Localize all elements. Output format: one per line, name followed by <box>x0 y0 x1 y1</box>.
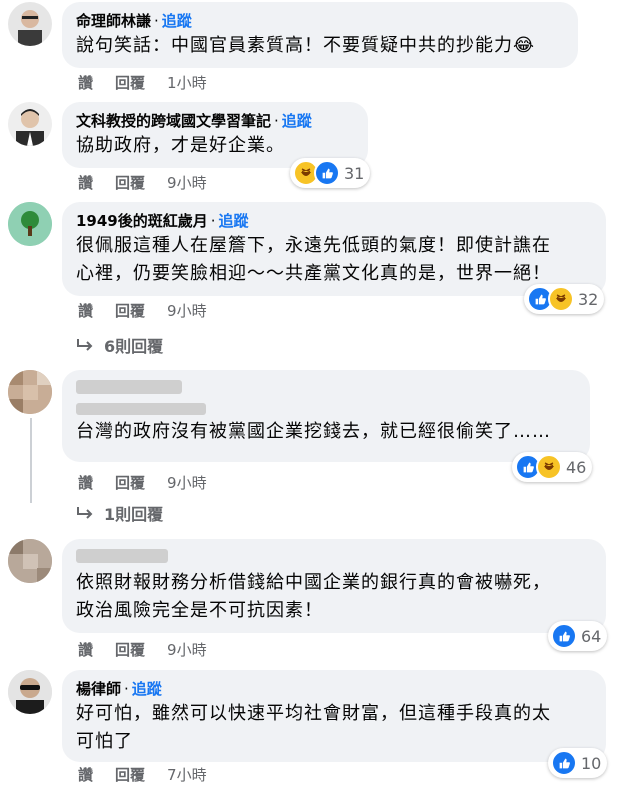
timestamp[interactable]: 1小時 <box>167 74 207 92</box>
replies-count-label[interactable]: 6則回覆 <box>104 333 163 357</box>
comment-bubble: 楊律師 · 追蹤 好可怕，雖然可以快速平均社會財富，但這種手段真的太 可怕了 <box>62 670 606 762</box>
replies-count-label[interactable]: 1則回覆 <box>104 501 163 525</box>
comment-actions: 讚 回覆 9小時 <box>78 639 229 660</box>
avatar[interactable] <box>8 539 52 583</box>
comment-bubble: 1949後的斑紅歲月 · 追蹤 很佩服這種人在屋簷下，永遠先低頭的氣度！即使計譙在 … <box>62 202 606 296</box>
like-button[interactable]: 讚 <box>78 174 93 192</box>
reaction-count: 32 <box>578 289 599 309</box>
thread-line <box>30 418 32 503</box>
avatar[interactable] <box>8 370 52 414</box>
commenter-name[interactable]: 楊律師 <box>76 680 121 698</box>
follow-button[interactable]: 追蹤 <box>219 212 249 230</box>
comment-bubble: 依照財報財務分析借錢給中國企業的銀行真的會被嚇死， 政治風險完全是不可抗因素！ <box>62 539 606 633</box>
reply-button[interactable]: 回覆 <box>115 641 145 659</box>
timestamp[interactable]: 9小時 <box>167 474 207 492</box>
comment-actions: 讚 回覆 9小時 <box>78 172 229 193</box>
follow-button[interactable]: 追蹤 <box>132 680 162 698</box>
like-button[interactable]: 讚 <box>78 766 93 784</box>
comment-text: 台灣的政府沒有被黨國企業挖錢去，就已經很偷笑了…… <box>76 421 551 442</box>
comment-actions: 讚 回覆 9小時 <box>78 300 229 321</box>
comment-actions: 讚 回覆 7小時 <box>78 764 229 785</box>
commenter-name[interactable]: 文科教授的跨域國文學習筆記 <box>76 112 271 130</box>
reaction-count: 31 <box>344 163 365 183</box>
reply-arrow-icon <box>77 507 93 519</box>
commenter-name[interactable] <box>76 378 576 400</box>
timestamp[interactable]: 7小時 <box>167 766 207 784</box>
comment-actions: 讚 回覆 9小時 <box>78 472 229 493</box>
reaction-count: 10 <box>581 753 602 773</box>
reactions-summary[interactable]: 31 <box>290 158 371 188</box>
avatar[interactable] <box>8 2 52 46</box>
follow-button[interactable]: 追蹤 <box>282 112 312 130</box>
commenter-name[interactable] <box>76 547 592 569</box>
reactions-summary[interactable]: 10 <box>548 748 608 778</box>
reply-button[interactable]: 回覆 <box>115 174 145 192</box>
timestamp[interactable]: 9小時 <box>167 302 207 320</box>
like-reaction-icon <box>314 160 340 186</box>
reply-button[interactable]: 回覆 <box>115 474 145 492</box>
follow-button[interactable]: 追蹤 <box>162 12 192 30</box>
timestamp[interactable]: 9小時 <box>167 641 207 659</box>
commenter-name[interactable]: 1949後的斑紅歲月 <box>76 212 208 230</box>
view-replies-link[interactable]: 1則回覆 <box>76 501 163 525</box>
reaction-count: 64 <box>581 626 602 646</box>
haha-reaction-icon <box>548 286 574 312</box>
avatar[interactable] <box>8 102 52 146</box>
comment-bubble: 命理師林謙 · 追蹤 說句笑話：中國官員素質高！不要質疑中共的抄能力😂 <box>62 2 578 68</box>
reply-arrow-icon <box>77 339 93 351</box>
comment-bubble: 台灣的政府沒有被黨國企業挖錢去，就已經很偷笑了…… <box>62 370 590 462</box>
like-reaction-icon <box>551 750 577 776</box>
comment-text-line: 好可怕，雖然可以快速平均社會財富，但這種手段真的太 <box>76 703 551 724</box>
comment-text: 說句笑話：中國官員素質高！不要質疑中共的抄能力 <box>76 35 513 56</box>
reply-button[interactable]: 回覆 <box>115 766 145 784</box>
timestamp[interactable]: 9小時 <box>167 174 207 192</box>
haha-reaction-icon <box>536 454 562 480</box>
like-button[interactable]: 讚 <box>78 302 93 320</box>
reactions-summary[interactable]: 64 <box>548 621 608 651</box>
like-button[interactable]: 讚 <box>78 74 93 92</box>
view-replies-link[interactable]: 6則回覆 <box>76 333 163 357</box>
reaction-count: 46 <box>566 457 587 477</box>
commenter-subtitle <box>76 400 576 418</box>
reactions-summary[interactable]: 32 <box>524 284 605 314</box>
reactions-summary[interactable]: 46 <box>512 452 593 482</box>
comment-text-line: 心裡，仍要笑臉相迎～～共產黨文化真的是，世界一絕！ <box>76 263 551 284</box>
avatar[interactable] <box>8 202 52 246</box>
comment-text-line: 可怕了 <box>76 731 133 752</box>
comment-text: 協助政府，才是好企業。 <box>76 135 285 156</box>
comment-actions: 讚 回覆 1小時 <box>78 72 229 93</box>
reply-button[interactable]: 回覆 <box>115 74 145 92</box>
commenter-name[interactable]: 命理師林謙 <box>76 12 151 30</box>
like-button[interactable]: 讚 <box>78 641 93 659</box>
comment-text-line: 依照財報財務分析借錢給中國企業的銀行真的會被嚇死， <box>76 572 551 593</box>
reply-button[interactable]: 回覆 <box>115 302 145 320</box>
laughing-emoji-icon: 😂 <box>513 35 536 56</box>
comment-text-line: 很佩服這種人在屋簷下，永遠先低頭的氣度！即使計譙在 <box>76 235 551 256</box>
avatar[interactable] <box>8 670 52 714</box>
like-button[interactable]: 讚 <box>78 474 93 492</box>
like-reaction-icon <box>551 623 577 649</box>
comment-text-line: 政治風險完全是不可抗因素！ <box>76 600 323 621</box>
